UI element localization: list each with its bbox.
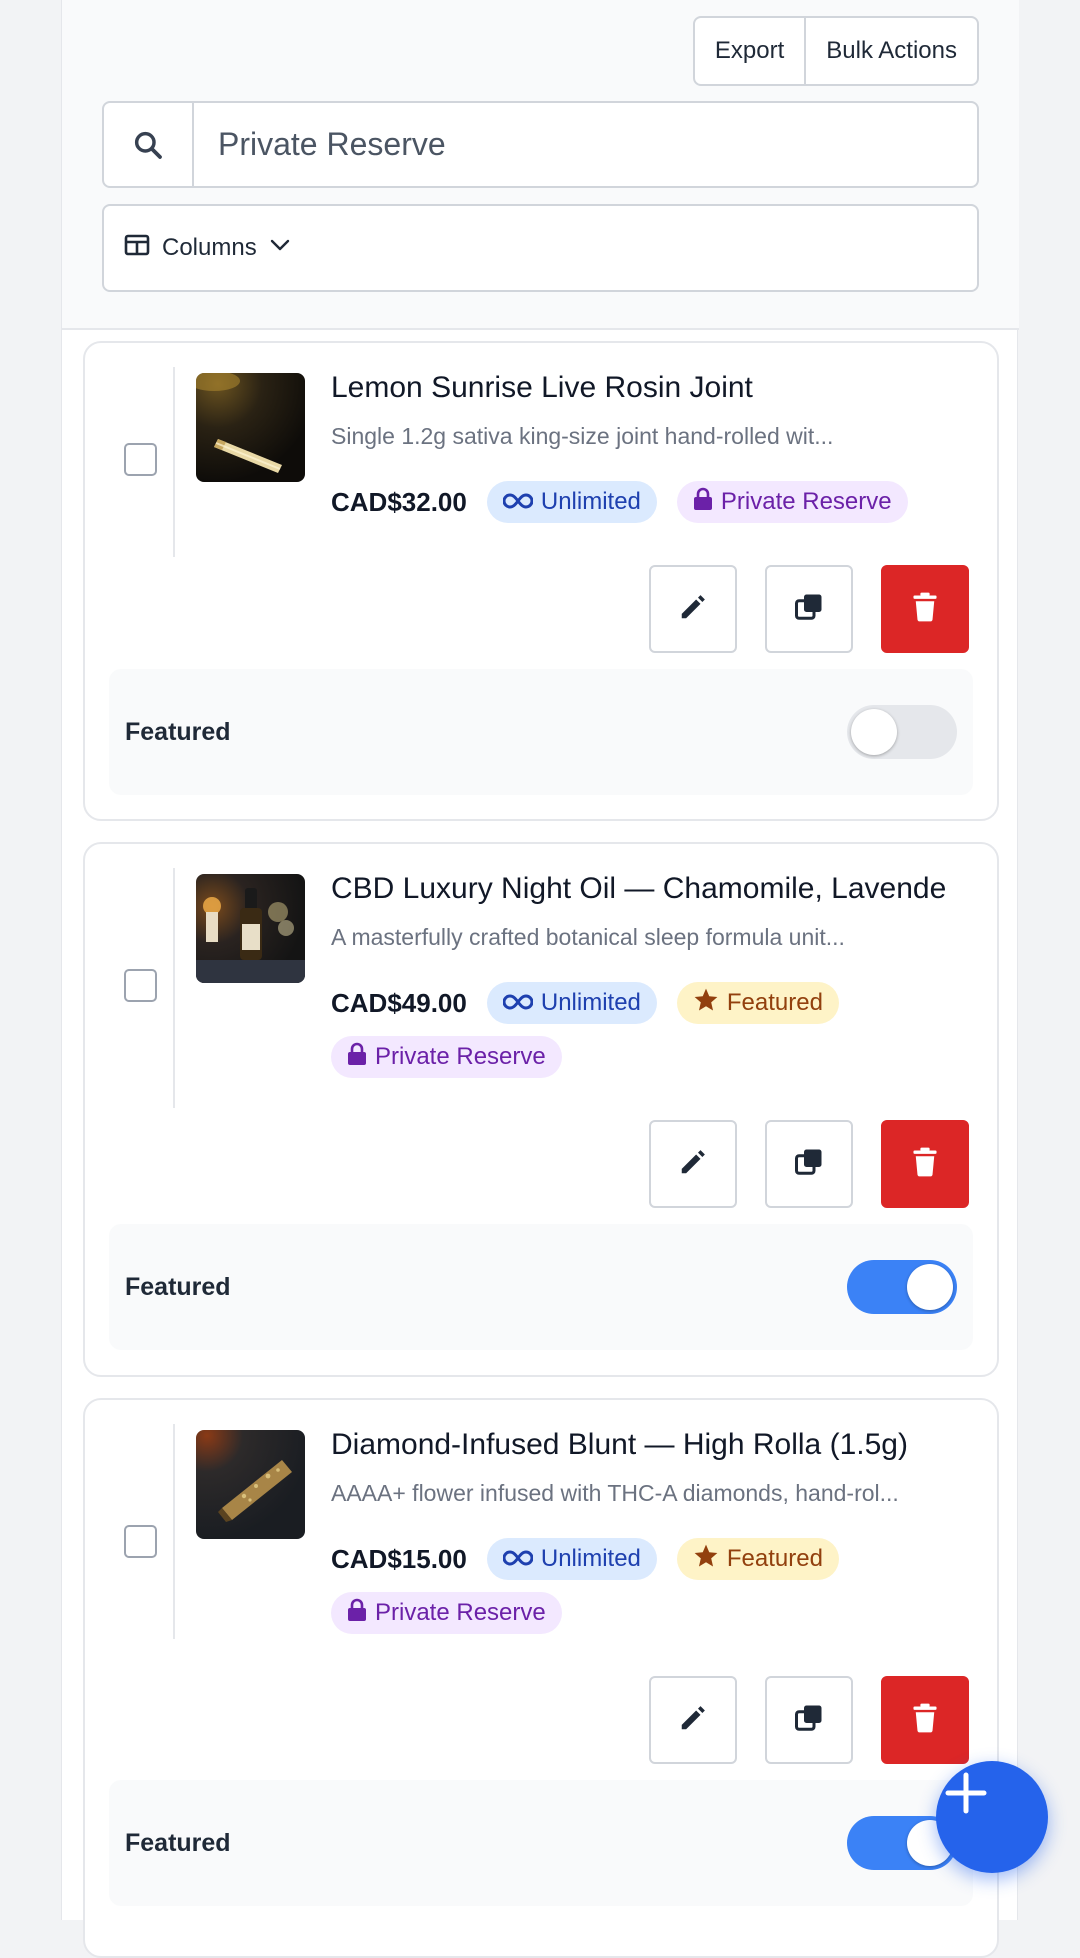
unlimited-badge: Unlimited — [486, 982, 657, 1024]
featured-toggle[interactable] — [847, 705, 957, 759]
product-meta: CAD$49.00 Unlimited Featured Private Res… — [331, 982, 981, 1078]
featured-label: Featured — [125, 1828, 231, 1857]
pencil-icon — [678, 592, 708, 627]
product-meta: CAD$32.00 Unlimited Private Reserve — [331, 481, 981, 523]
search-input[interactable]: Private Reserve — [194, 103, 977, 186]
delete-button[interactable] — [881, 1120, 969, 1208]
product-description: A masterfully crafted botanical sleep fo… — [331, 924, 845, 950]
lock-icon — [347, 1598, 367, 1629]
add-product-button[interactable] — [936, 1761, 1048, 1873]
card-actions — [649, 1120, 969, 1208]
edit-button[interactable] — [649, 1120, 737, 1208]
product-meta: CAD$15.00 Unlimited Featured Private Res… — [331, 1538, 981, 1634]
product-card: Diamond-Infused Blunt — High Rolla (1.5g… — [83, 1398, 999, 1958]
pencil-icon — [678, 1703, 708, 1738]
chevron-down-icon — [269, 234, 291, 263]
featured-toggle[interactable] — [847, 1260, 957, 1314]
copy-icon — [794, 592, 824, 627]
product-price: CAD$15.00 — [331, 1543, 467, 1574]
private-badge-label: Private Reserve — [375, 1043, 546, 1070]
row-checkbox[interactable] — [124, 969, 157, 1002]
unlimited-badge-label: Unlimited — [540, 1545, 641, 1572]
row-checkbox[interactable] — [124, 443, 157, 476]
product-image[interactable] — [196, 874, 305, 983]
unlimited-badge-label: Unlimited — [540, 989, 641, 1016]
product-description: AAAA+ flower infused with THC-A diamonds… — [331, 1480, 899, 1506]
bulk-actions-button[interactable]: Bulk Actions — [804, 18, 977, 84]
product-price: CAD$32.00 — [331, 486, 467, 517]
delete-button[interactable] — [881, 1676, 969, 1764]
plus-icon — [942, 1769, 990, 1822]
toolbar-button-group: Export Bulk Actions — [692, 16, 979, 86]
pencil-icon — [678, 1147, 708, 1182]
edit-button[interactable] — [649, 1676, 737, 1764]
copy-icon — [794, 1147, 824, 1182]
lock-icon — [347, 1042, 367, 1073]
product-image[interactable] — [196, 1430, 305, 1539]
featured-label: Featured — [125, 1272, 231, 1301]
list-toolbar: Export Bulk Actions Private Reserve Colu… — [62, 0, 1019, 330]
featured-row: Featured — [109, 669, 973, 795]
lock-icon — [693, 487, 713, 518]
card-divider — [173, 1424, 175, 1639]
private-reserve-badge: Private Reserve — [331, 1592, 562, 1634]
toggle-knob — [851, 709, 897, 755]
columns-dropdown[interactable]: Columns — [102, 204, 979, 292]
private-reserve-badge: Private Reserve — [676, 481, 908, 523]
infinity-icon — [502, 488, 534, 516]
product-card: Lemon Sunrise Live Rosin Joint Single 1.… — [83, 341, 999, 821]
copy-icon — [794, 1703, 824, 1738]
featured-badge-label: Featured — [726, 989, 823, 1016]
search-icon[interactable] — [104, 103, 194, 186]
columns-label: Columns — [162, 234, 257, 261]
row-checkbox[interactable] — [124, 1525, 157, 1558]
product-card: CBD Luxury Night Oil — Chamomile, Lavend… — [83, 842, 999, 1377]
toggle-knob — [907, 1264, 953, 1310]
export-button[interactable]: Export — [695, 18, 804, 84]
product-title[interactable]: Lemon Sunrise Live Rosin Joint — [331, 371, 997, 405]
card-actions — [649, 565, 969, 653]
duplicate-button[interactable] — [765, 565, 853, 653]
card-divider — [173, 868, 175, 1108]
featured-row: Featured — [109, 1224, 973, 1350]
card-actions — [649, 1676, 969, 1764]
product-image[interactable] — [196, 373, 305, 482]
featured-badge-label: Featured — [726, 1545, 823, 1572]
featured-badge: Featured — [676, 982, 839, 1024]
unlimited-badge: Unlimited — [486, 1538, 657, 1580]
search-box: Private Reserve — [102, 101, 979, 188]
edit-button[interactable] — [649, 565, 737, 653]
duplicate-button[interactable] — [765, 1120, 853, 1208]
private-reserve-badge: Private Reserve — [331, 1036, 562, 1078]
product-title[interactable]: Diamond-Infused Blunt — High Rolla (1.5g… — [331, 1428, 997, 1462]
infinity-icon — [502, 989, 534, 1017]
star-icon — [693, 987, 719, 1020]
unlimited-badge-label: Unlimited — [540, 488, 641, 515]
infinity-icon — [502, 1545, 534, 1573]
delete-button[interactable] — [881, 565, 969, 653]
columns-icon — [124, 233, 150, 264]
featured-badge: Featured — [676, 1538, 839, 1580]
product-price: CAD$49.00 — [331, 987, 467, 1018]
trash-icon — [911, 1703, 939, 1738]
private-badge-label: Private Reserve — [720, 488, 892, 515]
trash-icon — [911, 1147, 939, 1182]
star-icon — [693, 1543, 719, 1576]
product-title[interactable]: CBD Luxury Night Oil — Chamomile, Lavend… — [331, 872, 997, 906]
product-list-panel: Export Bulk Actions Private Reserve Colu… — [61, 0, 1019, 1958]
duplicate-button[interactable] — [765, 1676, 853, 1764]
featured-row: Featured — [109, 1780, 973, 1906]
unlimited-badge: Unlimited — [486, 481, 657, 523]
card-divider — [173, 367, 175, 557]
private-badge-label: Private Reserve — [375, 1599, 546, 1626]
trash-icon — [911, 592, 939, 627]
featured-label: Featured — [125, 717, 231, 746]
product-description: Single 1.2g sativa king-size joint hand-… — [331, 423, 834, 449]
